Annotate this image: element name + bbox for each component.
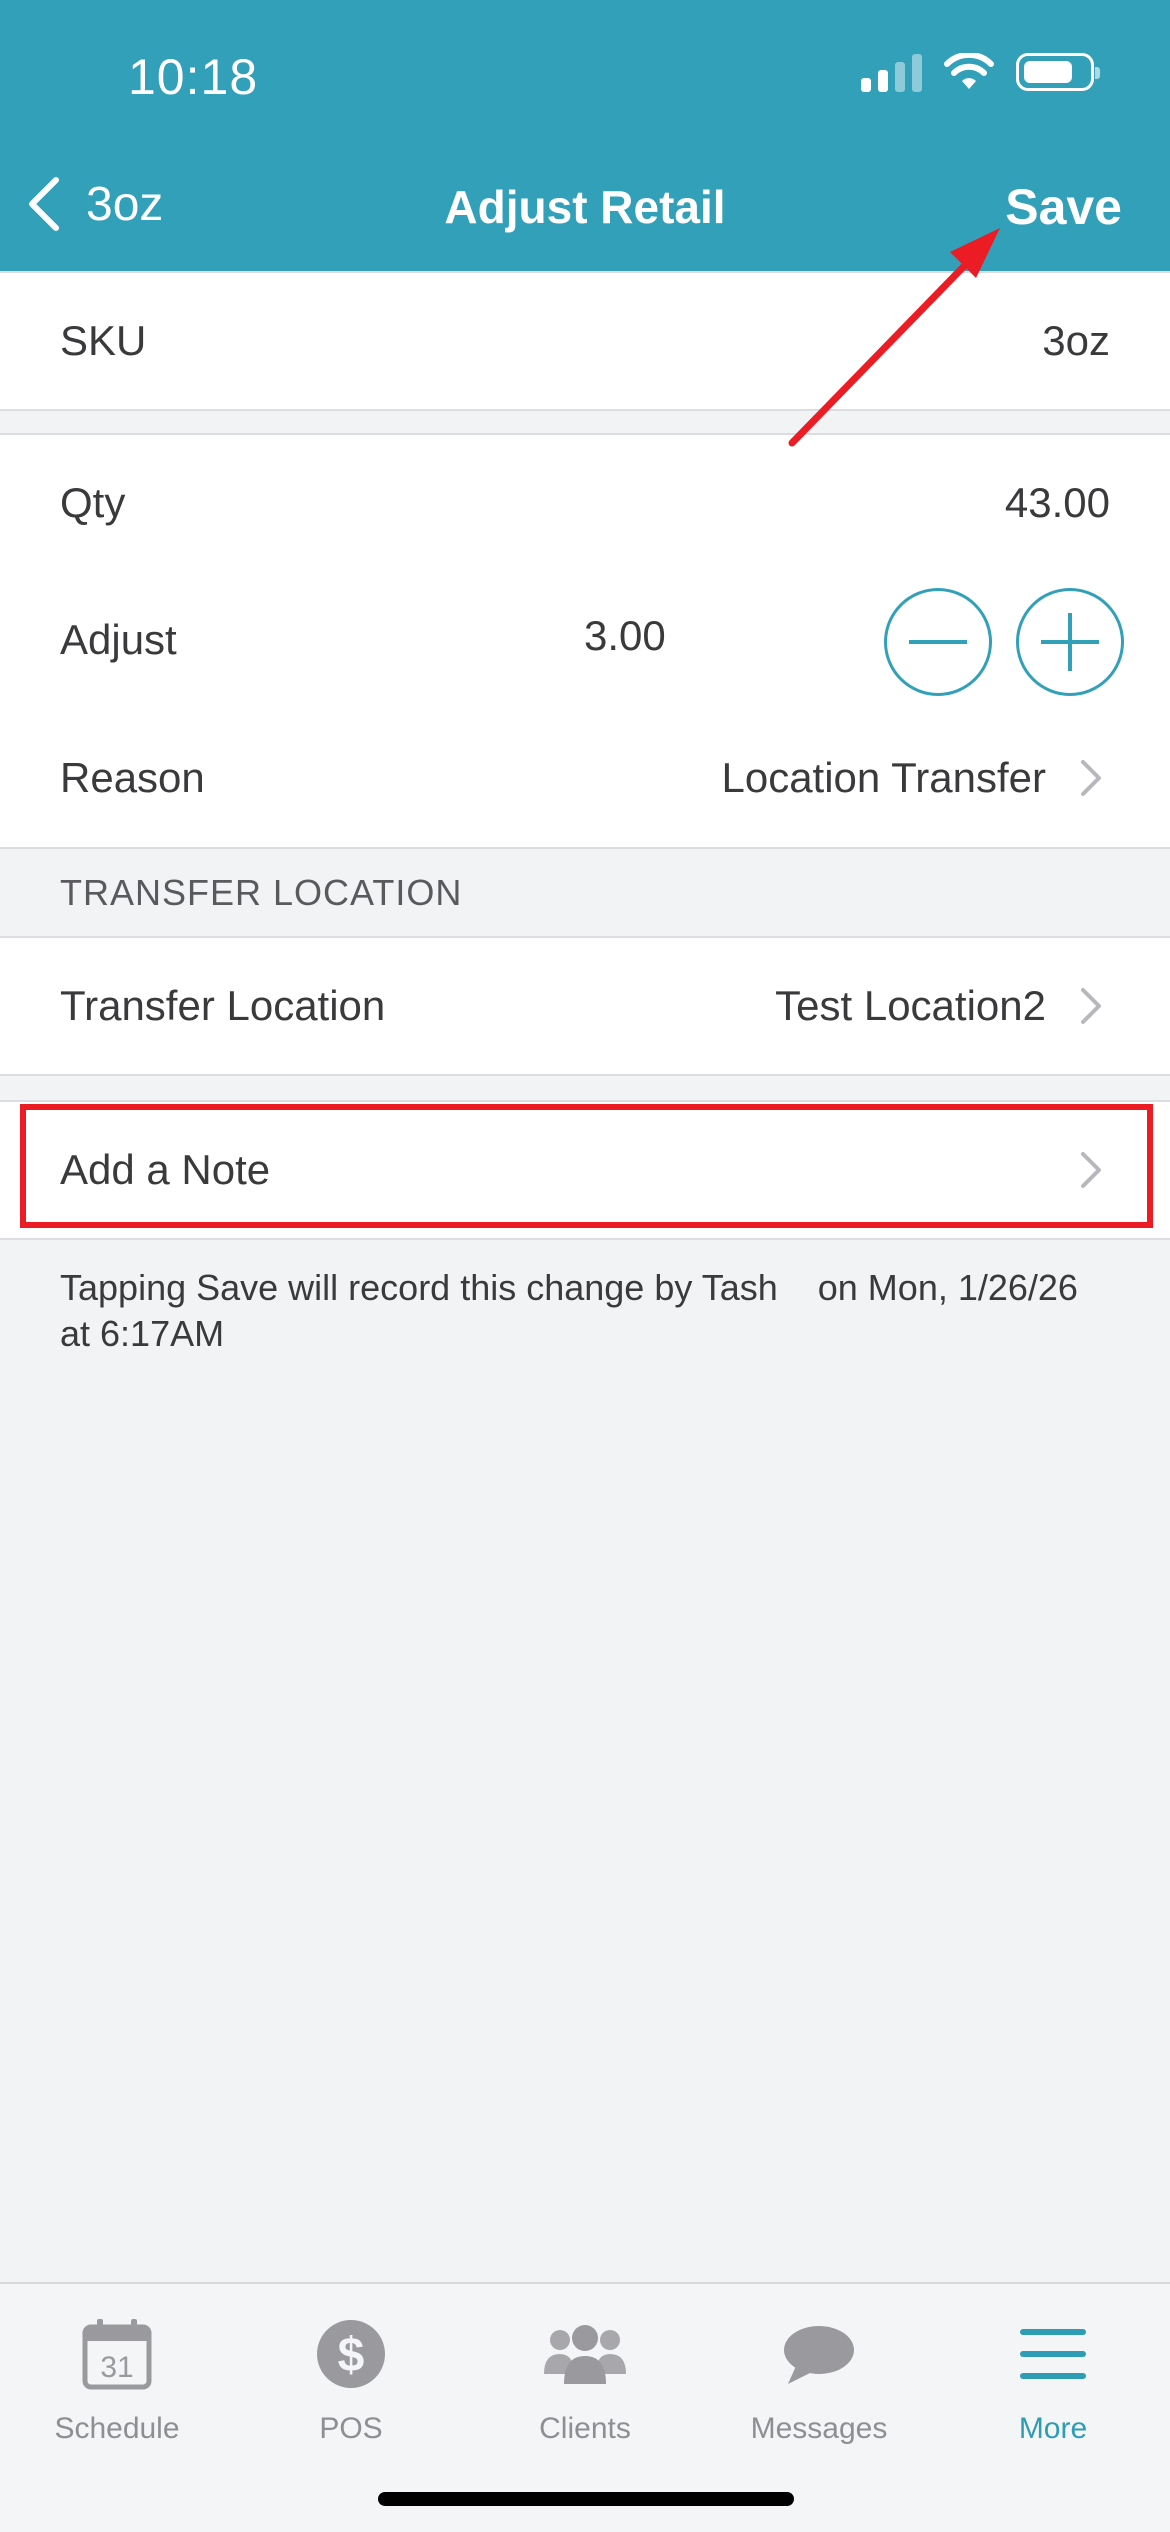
clients-icon [468, 2304, 702, 2404]
decrement-button[interactable] [884, 588, 992, 696]
tab-messages-label: Messages [750, 2412, 888, 2445]
qty-value: 43.00 [1004, 479, 1110, 526]
sku-value: 3oz [1042, 317, 1110, 364]
reason-label: Reason [60, 754, 205, 801]
home-indicator[interactable] [378, 2492, 794, 2506]
tab-pos-label: POS [319, 2412, 383, 2445]
app-header: 10:18 3oz Adjust Retail Save [0, 0, 1170, 273]
adjust-stepper [884, 588, 1124, 696]
chevron-right-icon [1080, 986, 1110, 1026]
calendar-icon: 31 [0, 2304, 234, 2404]
increment-button[interactable] [1016, 588, 1124, 696]
calendar-day: 31 [100, 2351, 133, 2384]
tab-more-label: More [1018, 2412, 1088, 2445]
dollar-icon: $ [234, 2304, 468, 2404]
transfer-location-label: Transfer Location [60, 982, 386, 1029]
chevron-right-icon [1080, 758, 1110, 798]
menu-icon [936, 2304, 1170, 2404]
reason-row[interactable]: Reason Location Transfer [0, 709, 1170, 849]
qty-label: Qty [60, 479, 126, 526]
tab-clients-label: Clients [539, 2412, 631, 2445]
cellular-signal-icon [861, 52, 922, 92]
battery-icon [1016, 53, 1100, 91]
status-icons [861, 52, 1100, 92]
messages-icon [702, 2304, 936, 2404]
sku-row: SKU 3oz [0, 271, 1170, 411]
transfer-location-value: Test Location2 [775, 982, 1046, 1029]
transfer-location-row[interactable]: Transfer Location Test Location2 [0, 936, 1170, 1076]
tab-schedule-label: Schedule [54, 2412, 180, 2445]
tab-schedule[interactable]: 31 Schedule [0, 2304, 234, 2446]
tab-messages[interactable]: Messages [702, 2304, 936, 2446]
add-note-row[interactable]: Add a Note [0, 1100, 1170, 1240]
add-note-label: Add a Note [60, 1146, 271, 1193]
plus-icon [1041, 613, 1099, 671]
wifi-icon [944, 53, 994, 89]
tab-more[interactable]: More [936, 2304, 1170, 2446]
transfer-location-section-header: TRANSFER LOCATION [60, 872, 463, 913]
svg-text:$: $ [338, 2329, 365, 2382]
tab-pos[interactable]: $ POS [234, 2304, 468, 2446]
save-footnote: Tapping Save will record this change by … [60, 1267, 1078, 1354]
minus-icon [909, 640, 967, 644]
sku-label: SKU [60, 317, 147, 364]
page-title: Adjust Retail [444, 181, 726, 233]
save-button[interactable]: Save [1005, 178, 1122, 236]
status-time: 10:18 [128, 49, 259, 105]
tab-clients[interactable]: Clients [468, 2304, 702, 2446]
qty-row: Qty 43.00 [0, 433, 1170, 573]
adjust-value[interactable]: 3.00 [584, 612, 666, 660]
chevron-right-icon [1080, 1150, 1110, 1190]
reason-value: Location Transfer [721, 754, 1046, 801]
